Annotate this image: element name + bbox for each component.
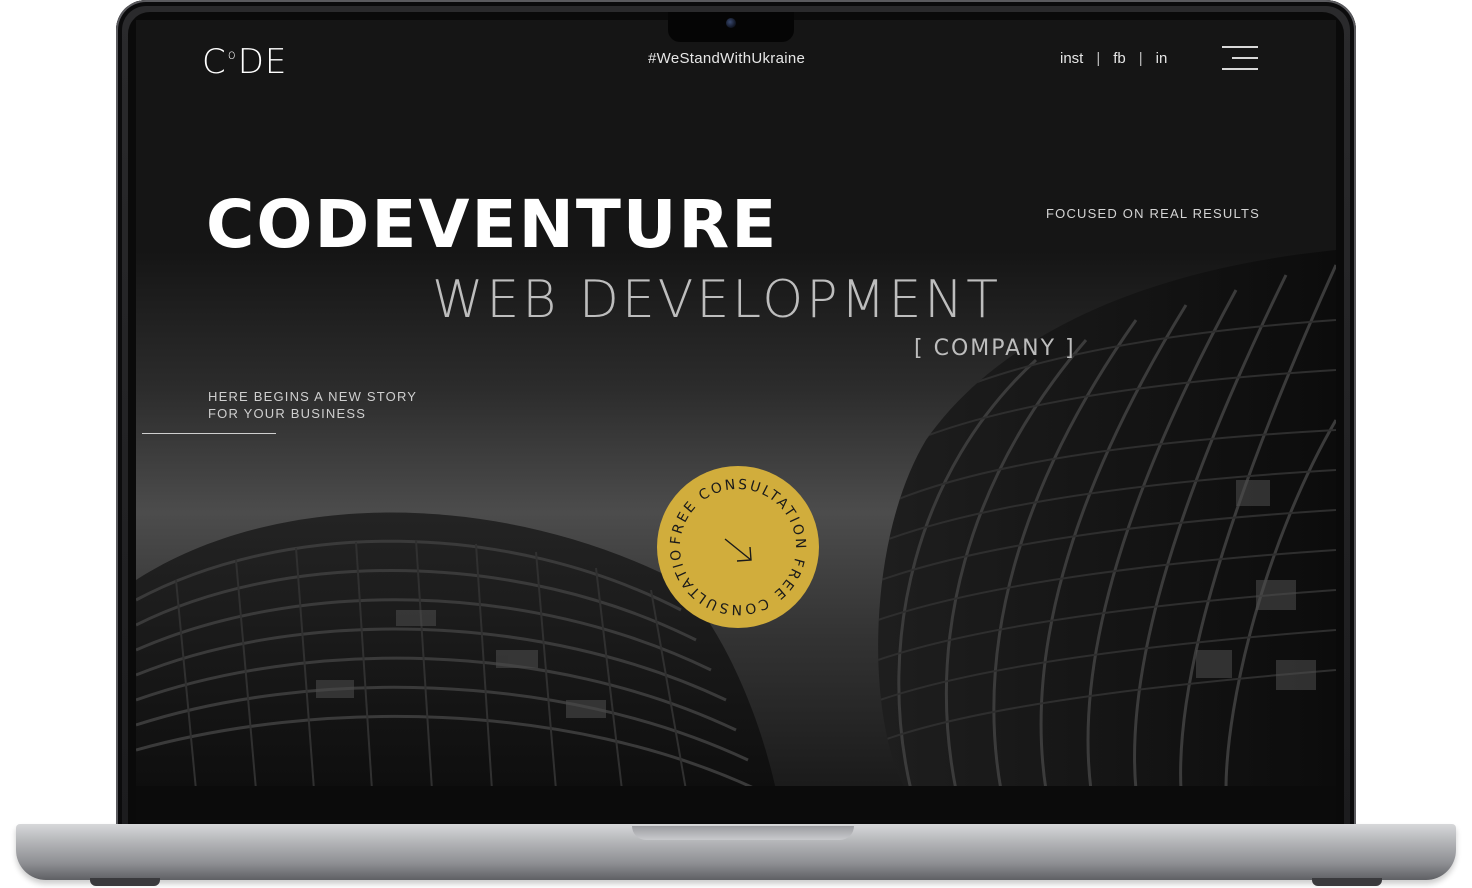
camera-notch	[668, 12, 794, 42]
laptop-foot-right	[1312, 878, 1382, 886]
ring-text: FREE CONSULTATION FREE CONSULTATION	[657, 466, 808, 617]
consultation-badge: FREE CONSULTATION FREE CONSULTATION	[657, 466, 808, 617]
ring-text-path: FREE CONSULTATION FREE CONSULTATION	[657, 466, 806, 617]
hamburger-menu-icon[interactable]	[1222, 46, 1258, 70]
social-link-linkedin[interactable]: in	[1156, 50, 1168, 67]
hashtag-link[interactable]: #WeStandWithUkraine	[648, 50, 805, 67]
story-tagline: HERE BEGINS A NEW STORY FOR YOUR BUSINES…	[208, 388, 417, 422]
arrow-down-right-icon	[724, 538, 752, 562]
social-links: inst | fb | in	[1060, 50, 1167, 67]
social-separator: |	[1138, 50, 1143, 67]
social-separator: |	[1096, 50, 1101, 67]
logo[interactable]: CoDE	[202, 42, 287, 82]
focused-tagline: FOCUSED ON REAL RESULTS	[1046, 206, 1260, 221]
free-consultation-button[interactable]: FREE CONSULTATION FREE CONSULTATION	[657, 466, 819, 628]
hero-subtitle: WEB DEVELOPMENT	[432, 270, 1001, 330]
story-line-1: HERE BEGINS A NEW STORY	[208, 389, 418, 404]
camera-icon	[726, 18, 736, 28]
story-divider	[142, 433, 276, 434]
hero-tag: [ COMPANY ]	[914, 336, 1076, 361]
story-line-2: FOR YOUR BUSINESS	[208, 406, 367, 421]
laptop-opening-notch	[632, 826, 854, 840]
hero-title: CODEVENTURE	[206, 186, 779, 263]
logo-prefix: C	[202, 42, 227, 82]
social-link-facebook[interactable]: fb	[1113, 50, 1126, 67]
website-screen: CoDE #WeStandWithUkraine inst | fb | in CODE…	[136, 20, 1336, 790]
logo-mark: o	[227, 48, 237, 63]
logo-suffix: DE	[237, 42, 288, 82]
laptop-foot-left	[90, 878, 160, 886]
social-link-instagram[interactable]: inst	[1060, 50, 1083, 67]
